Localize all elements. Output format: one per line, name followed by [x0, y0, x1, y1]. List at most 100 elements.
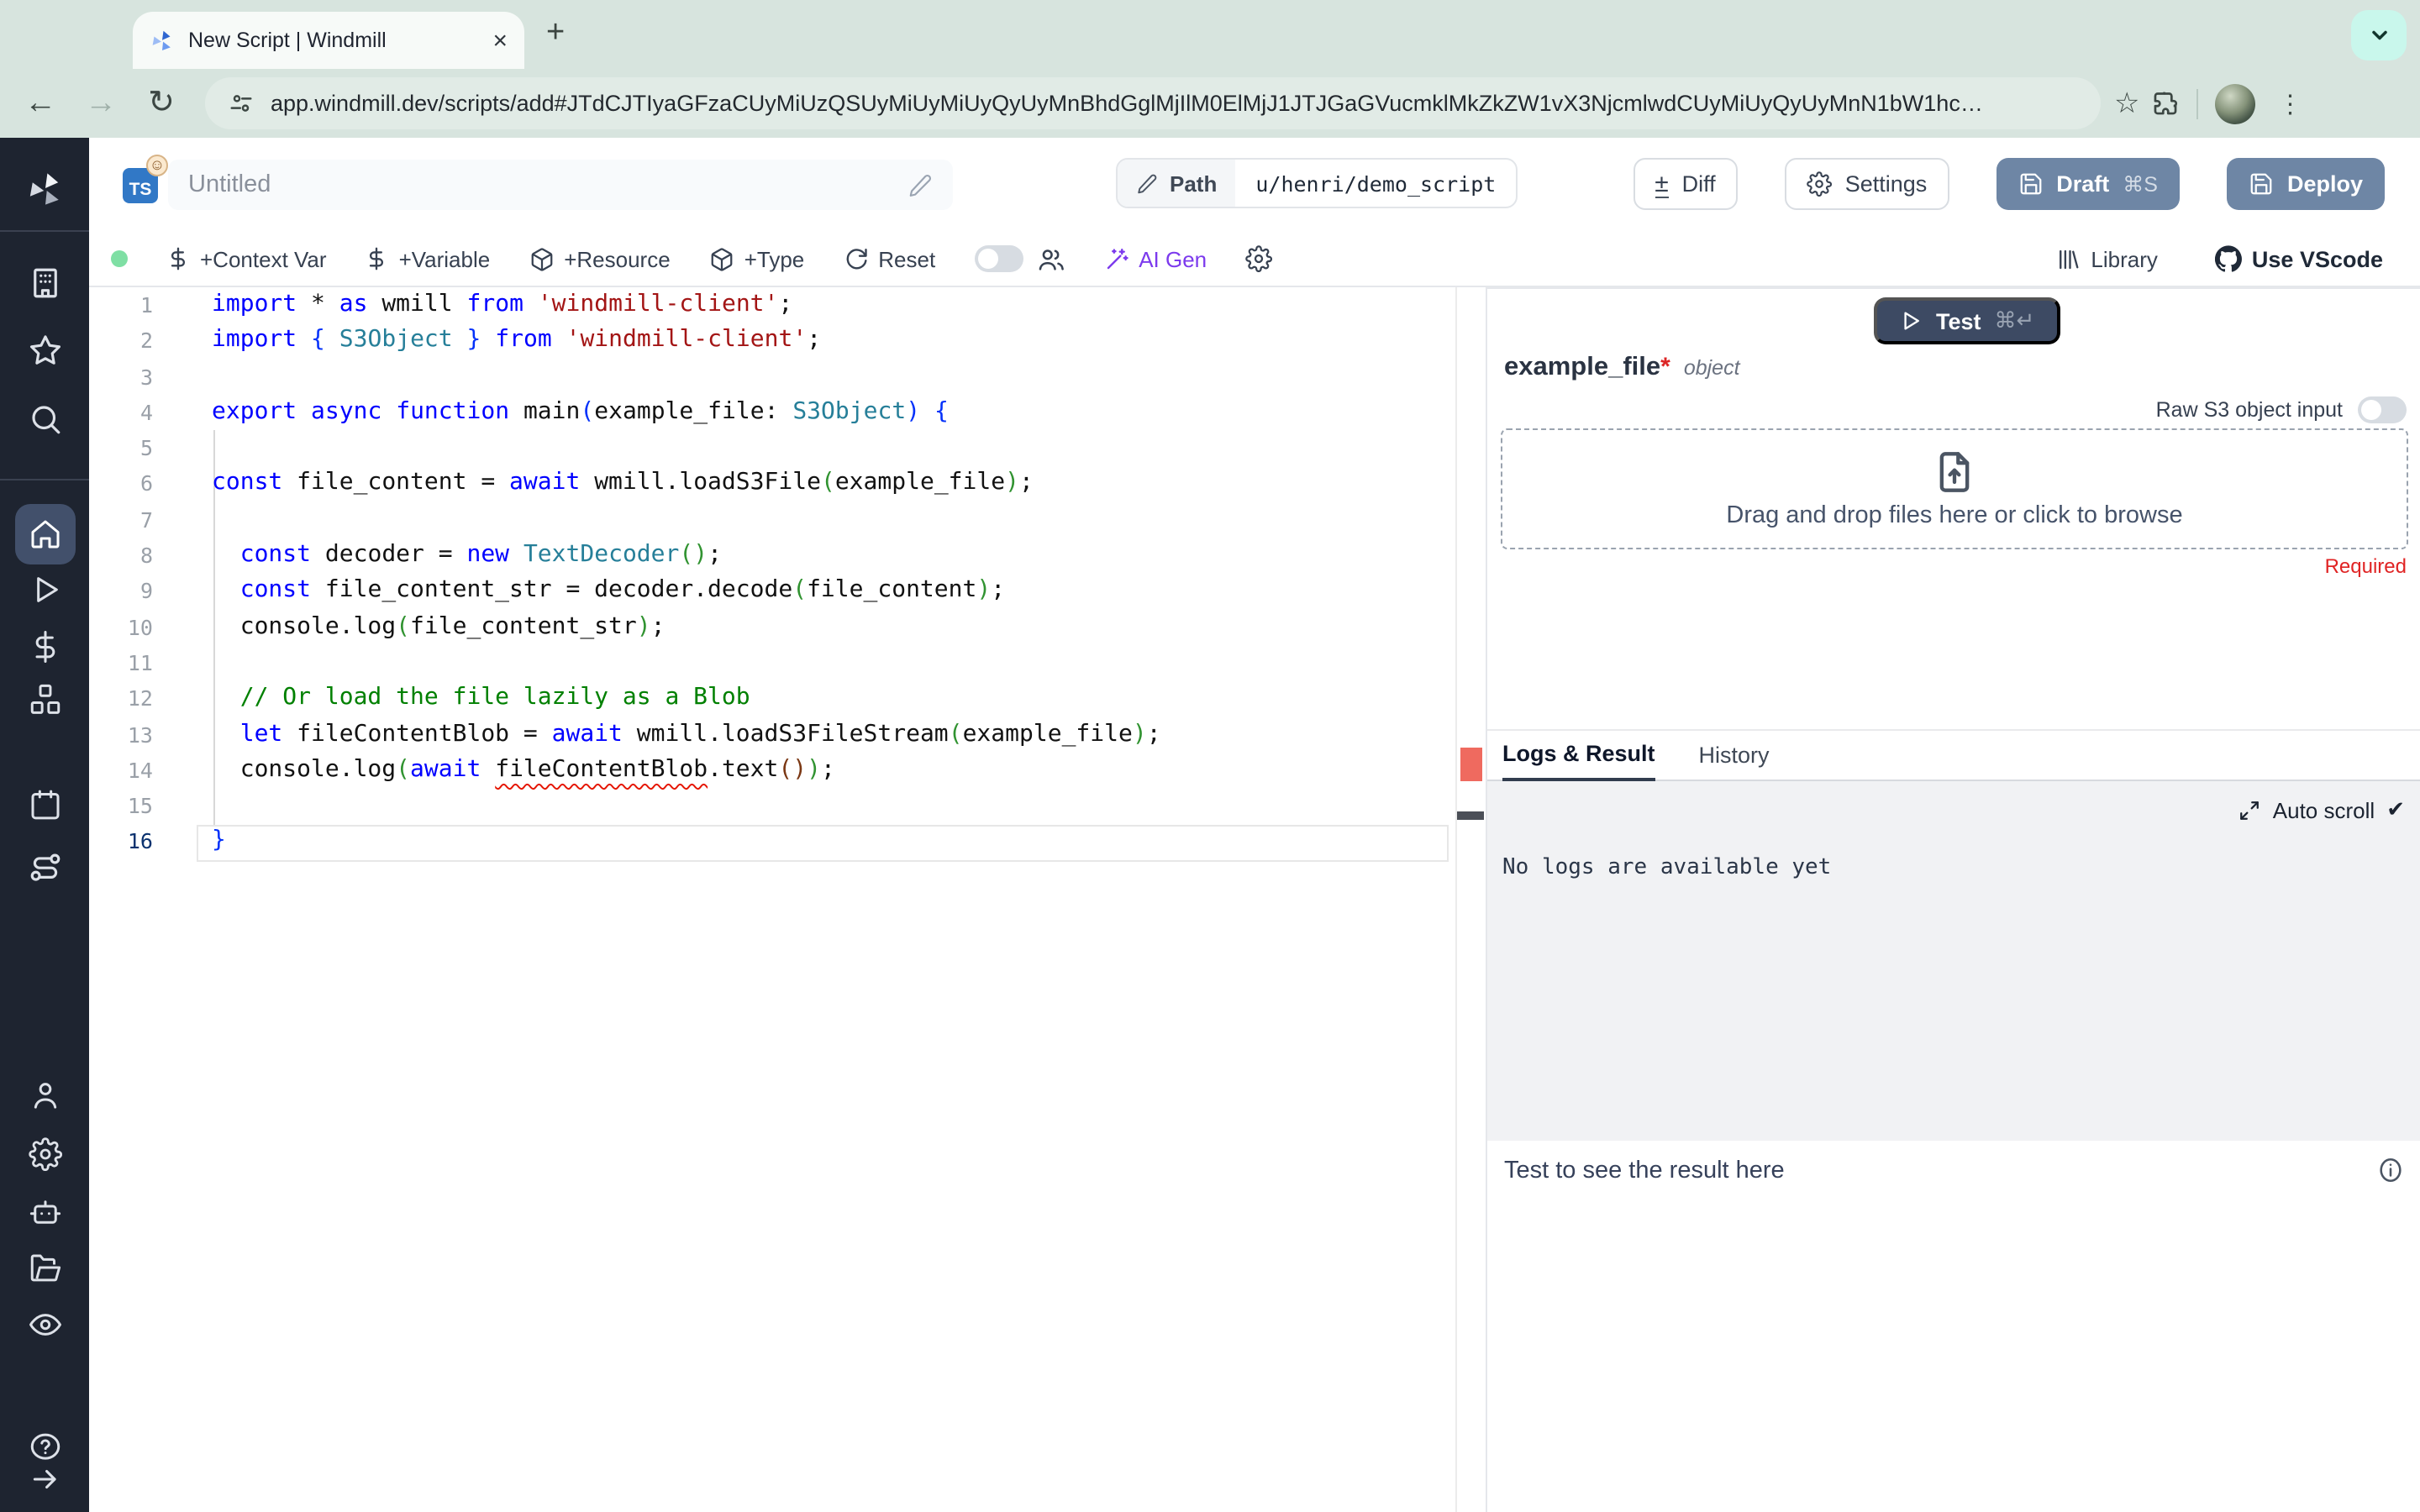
test-label: Test [1936, 308, 1981, 333]
script-title-input[interactable]: Untitled [168, 160, 953, 210]
divider [0, 479, 89, 480]
sidebar-item-runs[interactable] [28, 573, 61, 606]
settings-button[interactable]: Settings [1784, 158, 1949, 210]
file-upload-icon [1939, 451, 1970, 491]
edit-path-pencil-icon [1138, 173, 1157, 193]
tab-history[interactable]: History [1699, 743, 1770, 780]
site-settings-icon[interactable] [229, 91, 254, 116]
add-type-button[interactable]: +Type [709, 246, 804, 271]
sidebar-item-users[interactable] [28, 1079, 61, 1112]
code-editor[interactable]: 1 import * as wmill from 'windmill-client… [89, 287, 1486, 1512]
preview-panel: Test ⌘↵ example_file* object Raw S3 obje… [1486, 287, 2420, 1512]
code-lines[interactable]: 1 import * as wmill from 'windmill-client… [89, 287, 1486, 860]
raw-s3-label: Raw S3 object input [2155, 398, 2343, 422]
use-vscode-button[interactable]: Use VScode [2214, 245, 2383, 272]
code-line[interactable]: 15 [89, 788, 1486, 824]
expand-sidebar-arrow-icon[interactable] [29, 1463, 60, 1495]
auto-scroll-control[interactable]: Auto scroll ✔ [2239, 796, 2405, 823]
windmill-logo-icon[interactable] [24, 170, 65, 210]
code-line[interactable]: 11 [89, 645, 1486, 681]
sidebar-item-resources[interactable] [27, 682, 62, 717]
add-variable-button[interactable]: +Variable [366, 246, 491, 271]
sidebar-item-schedules[interactable] [28, 788, 61, 822]
save-icon [2250, 173, 2272, 195]
code-line[interactable]: 2 import { S3Object } from 'windmill-clie… [89, 323, 1486, 360]
code-line[interactable]: 9 const file_content_str = decoder.decod… [89, 574, 1486, 610]
search-icon[interactable] [27, 402, 62, 437]
edit-title-pencil-icon[interactable] [908, 172, 933, 197]
bookmark-star-icon[interactable]: ☆ [2114, 87, 2140, 120]
tab-logs-result[interactable]: Logs & Result [1502, 741, 1655, 781]
code-line[interactable]: 7 [89, 502, 1486, 538]
dollar-icon [171, 247, 186, 270]
sidebar-item-variables[interactable] [28, 630, 61, 664]
diff-button[interactable]: ± Diff [1633, 158, 1738, 210]
browser-menu-icon[interactable]: ⋮ [2268, 88, 2313, 118]
forward-icon[interactable]: → [71, 85, 131, 122]
sidebar-item-folders[interactable] [27, 1250, 62, 1285]
reload-icon[interactable]: ↻ [131, 84, 192, 123]
sidebar-item-home[interactable] [14, 504, 75, 564]
sidebar-item-flows[interactable] [27, 850, 62, 885]
required-label: Required [2324, 554, 2407, 578]
variable-label: +Variable [398, 246, 491, 271]
browser-tab[interactable]: New Script | Windmill × [133, 12, 524, 69]
sidebar-item-workspace[interactable] [27, 265, 62, 301]
code-line[interactable]: 13 let fileContentBlob = await wmill.loa… [89, 717, 1486, 753]
help-icon[interactable] [27, 1430, 62, 1465]
add-context-var-button[interactable]: +Context Var [166, 246, 327, 271]
profile-avatar[interactable] [2215, 83, 2256, 123]
script-title[interactable]: Untitled [188, 171, 908, 198]
draft-button[interactable]: Draft ⌘S [1996, 158, 2180, 210]
ai-gen-button[interactable]: AI Gen [1103, 246, 1207, 271]
code-line[interactable]: 5 [89, 430, 1486, 466]
tab-close-icon[interactable]: × [492, 28, 508, 53]
sidebar [0, 138, 89, 1512]
new-tab-icon[interactable]: + [546, 17, 565, 49]
sidebar-item-workers[interactable] [27, 1194, 62, 1230]
path-group[interactable]: Path u/henri/demo_script [1116, 158, 1518, 208]
address-bar[interactable]: app.windmill.dev/scripts/add#JTdCJTIyaGF… [205, 77, 2101, 129]
play-icon [1904, 312, 1919, 330]
info-icon[interactable] [2376, 1156, 2405, 1184]
editor-settings-gear-icon[interactable] [1245, 245, 1273, 272]
deploy-button[interactable]: Deploy [2226, 158, 2385, 210]
windmill-favicon-icon [150, 28, 175, 53]
url-text[interactable]: app.windmill.dev/scripts/add#JTdCJTIyaGF… [271, 91, 2077, 116]
required-asterisk: * [1660, 353, 1670, 381]
line-number: 12 [127, 685, 153, 711]
code-line[interactable]: 8 const decoder = new TextDecoder(); [89, 538, 1486, 574]
file-dropzone[interactable]: Drag and drop files here or click to bro… [1501, 428, 2408, 549]
code-line[interactable]: 3 [89, 359, 1486, 395]
code-line[interactable]: 14 console.log(await fileContentBlob.tex… [89, 753, 1486, 789]
code-line[interactable]: 12 // Or load the file lazily as a Blob [89, 681, 1486, 717]
code-line[interactable]: 10 console.log(file_content_str); [89, 609, 1486, 645]
logs-area: Auto scroll ✔ No logs are available yet [1487, 781, 2420, 1141]
path-value[interactable]: u/henri/demo_script [1235, 160, 1516, 207]
sidebar-item-favorites[interactable] [27, 333, 62, 368]
path-label-segment[interactable]: Path [1118, 160, 1236, 207]
chrome-chevron-down-icon[interactable] [2351, 10, 2407, 60]
sidebar-item-settings[interactable] [28, 1137, 61, 1171]
code-line[interactable]: 4 export async function main(example_file… [89, 395, 1486, 431]
use-vscode-label: Use VScode [2251, 246, 2383, 271]
back-icon[interactable]: ← [10, 85, 71, 122]
code-line[interactable]: 6 const file_content = await wmill.loadS3… [89, 466, 1486, 502]
pair-programming-toggle[interactable] [974, 245, 1023, 272]
no-logs-text: No logs are available yet [1502, 855, 1832, 880]
line-number: 8 [139, 543, 153, 569]
reset-label: Reset [878, 246, 936, 271]
code-line[interactable]: 16} [89, 824, 1486, 860]
raw-s3-toggle[interactable] [2358, 396, 2407, 423]
extensions-puzzle-icon[interactable] [2152, 89, 2181, 118]
test-button[interactable]: Test ⌘↵ [1874, 297, 2060, 344]
overview-ruler[interactable] [1455, 287, 1486, 1512]
raw-s3-row: Raw S3 object input [2156, 396, 2407, 423]
reset-button[interactable]: Reset [843, 246, 935, 271]
line-number: 5 [139, 435, 153, 461]
add-resource-button[interactable]: +Resource [529, 246, 671, 271]
expand-icon [2240, 801, 2260, 819]
code-line[interactable]: 1 import * as wmill from 'windmill-client… [89, 287, 1486, 323]
sidebar-item-audit-logs[interactable] [27, 1307, 62, 1342]
library-button[interactable]: Library [2055, 246, 2158, 271]
